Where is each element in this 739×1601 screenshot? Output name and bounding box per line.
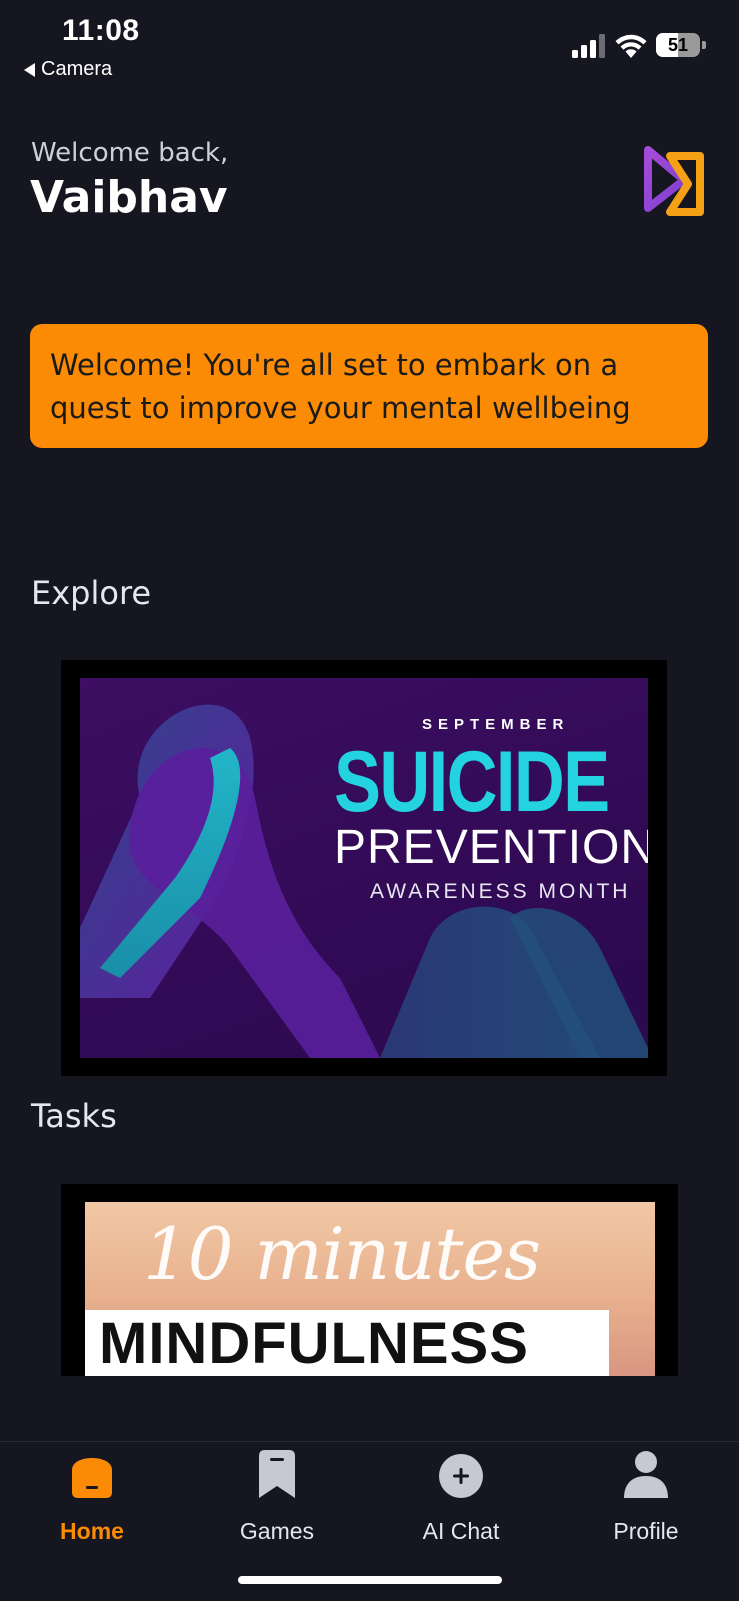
- explore-card[interactable]: SEPTEMBER SUICIDE PREVENTION AWARENESS M…: [61, 660, 667, 1076]
- poster-tagline: AWARENESS MONTH: [370, 880, 631, 903]
- tasks-section-title: Tasks: [31, 1097, 117, 1135]
- task-duration-text: 10 minutes: [143, 1212, 541, 1296]
- tab-ai-chat[interactable]: AI Chat: [369, 1442, 553, 1562]
- task-title-text: MINDFULNESS: [99, 1311, 529, 1376]
- tab-ai-chat-label: AI Chat: [422, 1518, 500, 1544]
- battery-indicator: 51: [656, 33, 708, 59]
- tab-games[interactable]: Games: [185, 1442, 369, 1562]
- home-indicator[interactable]: [238, 1576, 502, 1584]
- person-icon: [624, 1451, 668, 1498]
- poster-headline: SUICIDE: [334, 734, 610, 830]
- welcome-banner: Welcome! You're all set to embark on a q…: [30, 324, 708, 448]
- back-arrow-icon: [24, 62, 35, 77]
- status-bar: 11:08 Camera 51: [0, 0, 739, 90]
- tab-games-label: Games: [239, 1518, 315, 1544]
- back-app-label: Camera: [41, 58, 113, 80]
- back-to-app-link[interactable]: Camera: [24, 58, 112, 81]
- battery-cap: [702, 41, 706, 49]
- tab-profile-label: Profile: [613, 1518, 679, 1544]
- battery-percent: 51: [667, 35, 689, 55]
- brand-logo-icon: [644, 146, 704, 216]
- greeting-text: Welcome back,: [31, 138, 229, 168]
- plus-circle-icon: [439, 1454, 483, 1498]
- wifi-icon: [615, 34, 647, 58]
- tab-home-label: Home: [60, 1518, 124, 1544]
- cellular-signal-icon: [572, 34, 605, 58]
- status-time: 11:08: [62, 14, 140, 47]
- battery-icon: 51: [656, 33, 700, 57]
- task-card[interactable]: 10 minutes MINDFULNESS: [61, 1184, 678, 1376]
- home-icon: [72, 1458, 112, 1498]
- user-name: Vaibhav: [30, 172, 228, 223]
- explore-section-title: Explore: [31, 574, 152, 612]
- bookmark-icon: [259, 1450, 295, 1498]
- poster-subhead: PREVENTION: [334, 821, 648, 874]
- tab-home[interactable]: Home: [0, 1442, 184, 1562]
- task-card-image: 10 minutes MINDFULNESS: [85, 1202, 655, 1376]
- explore-card-image: SEPTEMBER SUICIDE PREVENTION AWARENESS M…: [80, 678, 648, 1058]
- poster-month: SEPTEMBER: [422, 716, 570, 733]
- tab-profile[interactable]: Profile: [554, 1442, 738, 1562]
